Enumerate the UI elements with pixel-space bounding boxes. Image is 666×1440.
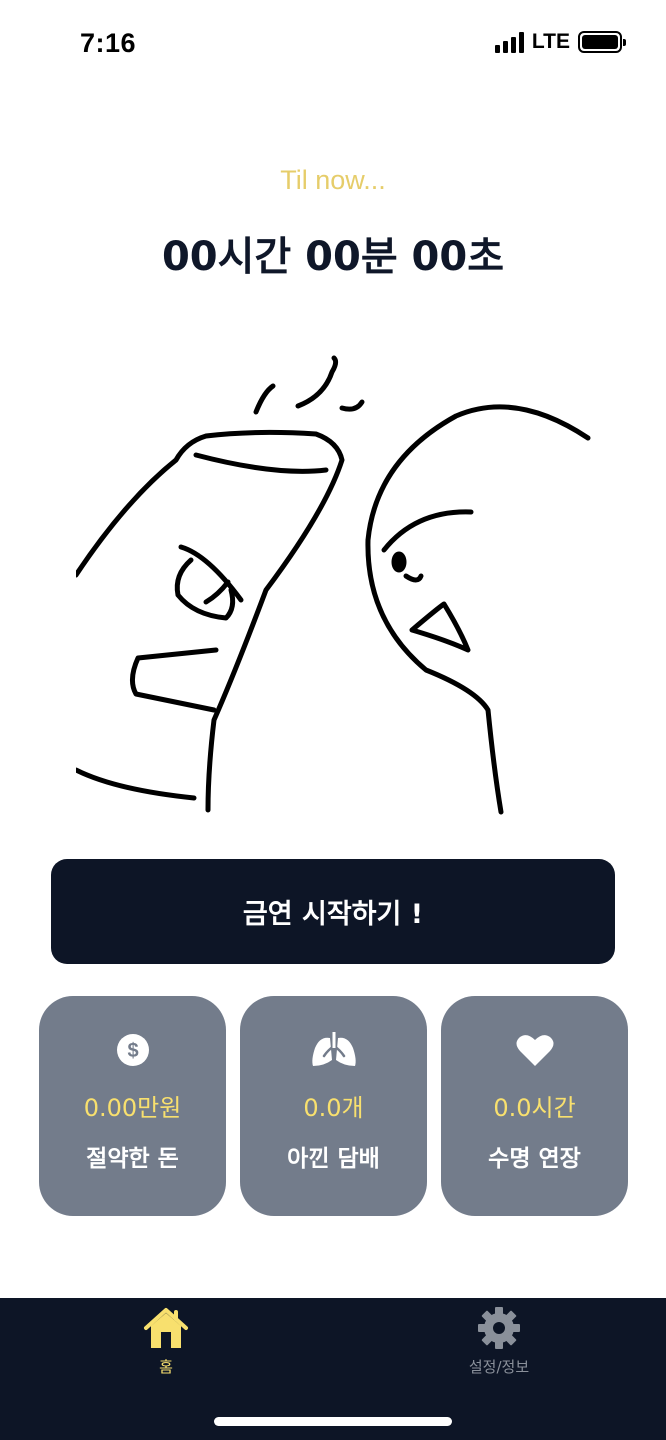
status-bar: 7:16 LTE: [0, 0, 666, 90]
cigarettes-saved-label: 아낀 담배: [287, 1146, 380, 1172]
stat-card-money-saved: $ 0.00만원 절약한 돈: [39, 996, 226, 1216]
cigarette-vs-face-illustration: [76, 355, 591, 815]
tab-settings[interactable]: 설정/정보: [429, 1306, 569, 1377]
home-indicator: [214, 1417, 452, 1426]
svg-text:$: $: [127, 1040, 138, 1062]
status-time: 7:16: [80, 28, 137, 58]
battery-icon: [578, 31, 626, 53]
gear-icon: [478, 1307, 520, 1349]
money-saved-label: 절약한 돈: [86, 1146, 179, 1172]
elapsed-timer: 00시간 00분 00초: [161, 234, 505, 280]
life-extended-value: 0.0시간: [493, 1094, 576, 1122]
stat-card-cigarettes-saved: 0.0개 아낀 담배: [240, 996, 427, 1216]
stat-card-life-extended: 0.0시간 수명 연장: [441, 996, 628, 1216]
network-type: LTE: [531, 30, 570, 53]
status-indicators: LTE: [494, 30, 626, 54]
tab-settings-label: 설정/정보: [468, 1358, 530, 1376]
hero-subtitle: Til now...: [280, 165, 386, 195]
tab-home-label: 홈: [159, 1358, 173, 1376]
dollar-icon: $: [116, 1032, 150, 1068]
tab-home[interactable]: 홈: [96, 1306, 236, 1377]
heart-icon: [516, 1032, 554, 1068]
lungs-icon: [310, 1032, 358, 1068]
life-extended-label: 수명 연장: [488, 1146, 581, 1172]
home-icon: [144, 1308, 188, 1348]
money-saved-value: 0.00만원: [83, 1094, 182, 1122]
signal-icon: [494, 31, 524, 53]
cigarettes-saved-value: 0.0개: [303, 1094, 364, 1122]
start-quitting-button[interactable]: 금연 시작하기 !: [51, 859, 615, 964]
